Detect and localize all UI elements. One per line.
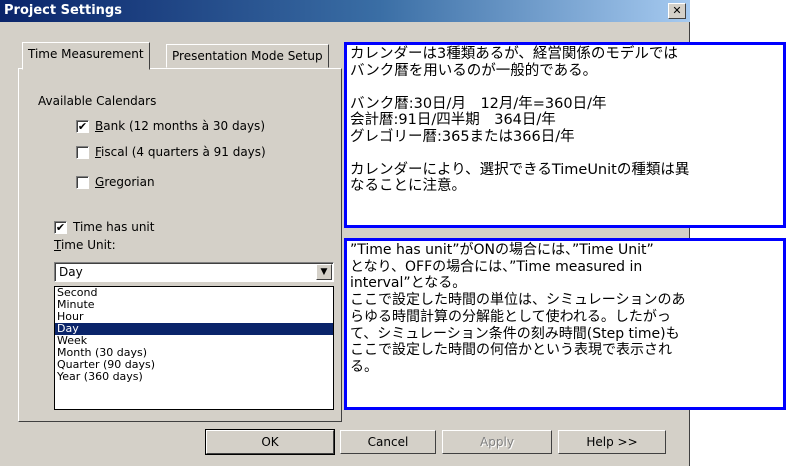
time-unit-select[interactable]: Day ▼ [54, 262, 334, 282]
checkbox-box [76, 175, 89, 189]
time-unit-option-hour[interactable]: Hour [55, 311, 333, 323]
time-has-unit-checkbox[interactable]: ✔ Time has unit [54, 220, 154, 234]
bank-calendar-label: Bank (12 months à 30 days) [95, 119, 265, 133]
help-label: Help >> [586, 435, 638, 449]
tab-label: Time Measurement [28, 47, 144, 61]
chevron-down-icon[interactable]: ▼ [316, 264, 332, 280]
fiscal-calendar-checkbox[interactable]: Fiscal (4 quarters à 91 days) [76, 145, 266, 159]
calendars-legend: Available Calendars [36, 94, 159, 108]
ok-button[interactable]: OK [205, 429, 335, 455]
close-icon: ✕ [672, 4, 682, 17]
tab-time-measurement[interactable]: Time Measurement [22, 42, 150, 70]
close-button[interactable]: ✕ [668, 3, 686, 19]
window-title: Project Settings [4, 3, 122, 18]
ok-label: OK [261, 435, 279, 449]
help-button[interactable]: Help >> [558, 430, 666, 454]
time-unit-option-second[interactable]: Second [55, 287, 333, 299]
fiscal-calendar-label: Fiscal (4 quarters à 91 days) [95, 145, 266, 159]
time-has-unit-label: Time has unit [73, 220, 155, 234]
time-unit-dropdown-list: Second Minute Hour Day Week Month (30 da… [54, 286, 334, 410]
cancel-label: Cancel [367, 435, 409, 449]
checkbox-box: ✔ [76, 119, 89, 133]
gregorian-calendar-checkbox[interactable]: Gregorian [76, 175, 155, 189]
time-unit-option-minute[interactable]: Minute [55, 299, 333, 311]
apply-button[interactable]: Apply [442, 430, 552, 454]
bank-calendar-checkbox[interactable]: ✔ Bank (12 months à 30 days) [76, 119, 265, 133]
apply-label: Apply [480, 435, 514, 449]
time-unit-option-day[interactable]: Day [55, 323, 333, 335]
title-bar: Project Settings ✕ [0, 0, 690, 22]
gregorian-calendar-label: Gregorian [95, 175, 155, 189]
time-unit-value: Day [59, 265, 83, 279]
time-unit-label: Time Unit: [54, 238, 116, 252]
checkbox-box [76, 145, 89, 159]
time-unit-annotation-note: ”Time has unit”がONの場合には、”Time Unit” となり、… [344, 238, 786, 410]
tab-label: Presentation Mode Setup [172, 49, 323, 63]
calendar-annotation-note: カレンダーは3種類あるが、経営関係のモデルでは バンク暦を用いるのが一般的である… [344, 42, 786, 228]
cancel-button[interactable]: Cancel [340, 430, 436, 454]
time-unit-option-year[interactable]: Year (360 days) [55, 371, 333, 383]
checkbox-box: ✔ [54, 220, 67, 234]
tab-presentation-mode-setup[interactable]: Presentation Mode Setup [166, 44, 329, 68]
